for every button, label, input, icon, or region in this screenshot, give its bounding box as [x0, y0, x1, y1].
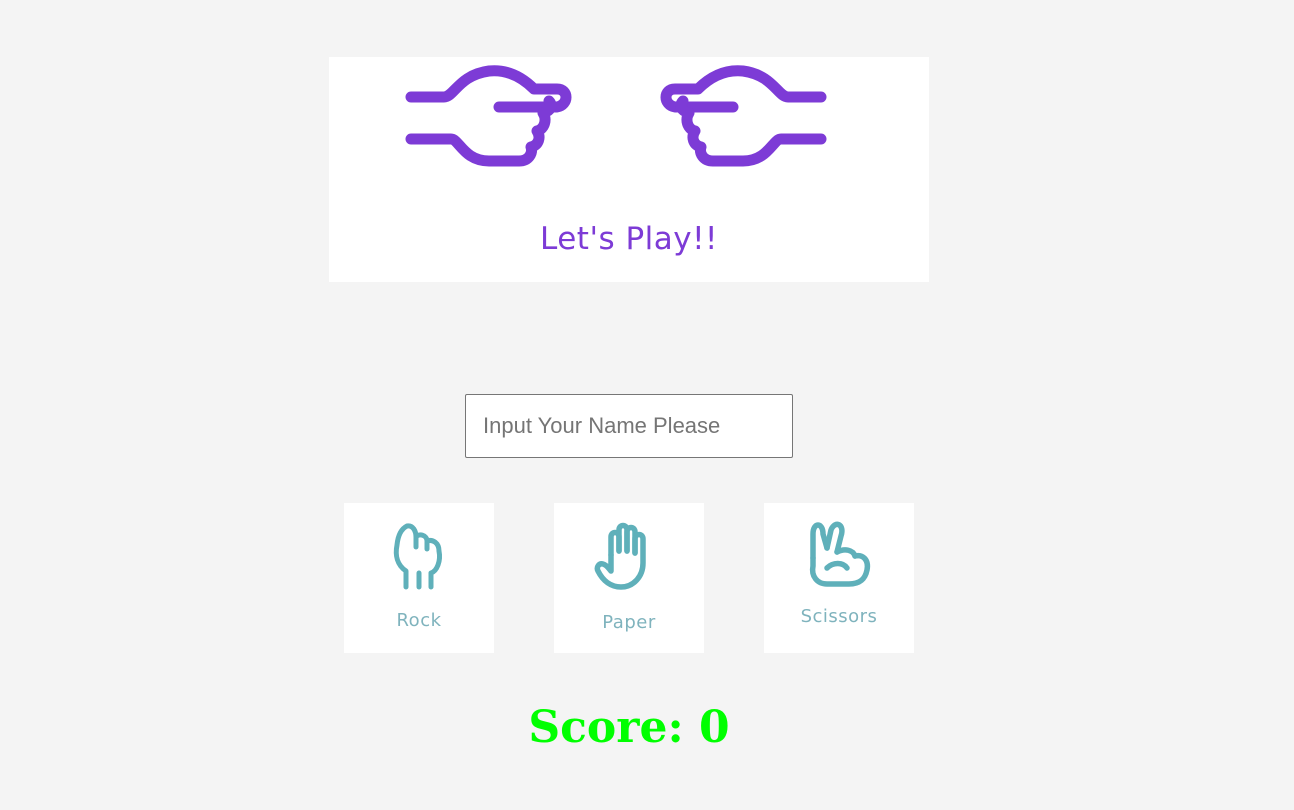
score-display: Score: 0 [528, 702, 730, 753]
rock-label: Rock [396, 610, 442, 631]
rock-button[interactable]: Rock [344, 503, 494, 653]
banner-title: Let's Play!! [540, 221, 718, 257]
name-input[interactable] [465, 394, 793, 458]
lets-play-banner: Let's Play!! [329, 57, 929, 282]
scissors-label: Scissors [800, 606, 878, 627]
pointing-right-hand-icon [405, 65, 572, 167]
peace-hand-icon [809, 521, 871, 587]
fist-icon [393, 523, 442, 590]
game-page: Let's Play!! Rock Paper [0, 0, 1294, 810]
hands-graphic [405, 65, 827, 167]
scissors-button[interactable]: Scissors [764, 503, 914, 653]
paper-label: Paper [602, 612, 656, 633]
pointing-left-hand-icon [660, 65, 827, 167]
open-hand-icon [594, 522, 646, 590]
paper-button[interactable]: Paper [554, 503, 704, 653]
